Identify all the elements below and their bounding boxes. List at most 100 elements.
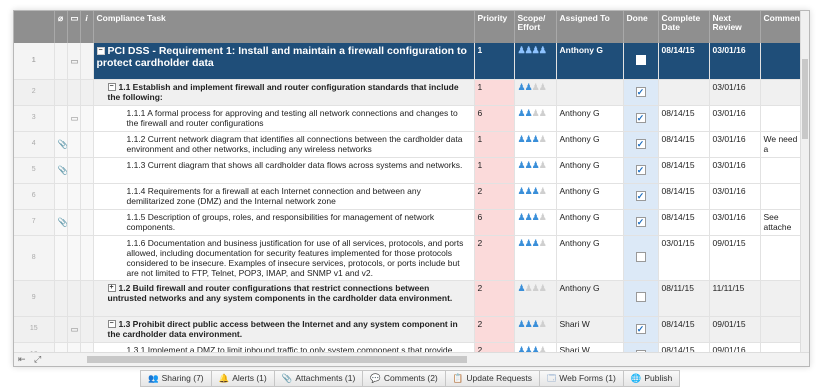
table-row[interactable]: 2 −1.1 Establish and implement firewall a… [14,79,805,106]
done-checkbox[interactable]: ✓ [635,113,646,123]
comments-cell[interactable]: See attache [760,209,805,236]
task-cell[interactable]: +1.2 Build firewall and router configura… [93,280,475,317]
complete-date-cell[interactable]: 08/14/15 [658,316,710,343]
bottom-tab[interactable]: 🗔 Web Forms (1) [540,370,624,387]
comments-cell[interactable] [760,235,805,281]
bottom-tab[interactable]: 👥 Sharing (7) [140,370,212,387]
table-row[interactable]: 9 +1.2 Build firewall and router configur… [14,280,805,317]
assigned-cell[interactable]: Anthony G [556,209,624,236]
expand-icon[interactable]: ⤢ [34,354,41,365]
comment-icon[interactable]: ▭ [71,113,79,123]
task-cell[interactable]: 1.1.3 Current diagram that shows all car… [93,157,475,184]
vertical-scroll-thumb[interactable] [802,59,808,139]
horizontal-scroll-thumb[interactable] [87,356,467,363]
comment-cell[interactable] [67,79,81,106]
assigned-cell[interactable]: Anthony G [556,105,624,132]
comment-cell[interactable] [67,157,81,184]
priority-cell[interactable]: 2 [474,316,515,343]
complete-date-cell[interactable]: 08/11/15 [658,280,710,317]
done-cell[interactable]: ✓ [623,105,659,132]
collapse-icon[interactable]: − [107,83,116,92]
info-cell[interactable] [80,43,94,80]
done-checkbox[interactable]: ✓ [635,165,646,175]
col-next-header[interactable]: Next Review [709,11,761,43]
effort-cell[interactable]: ♟♟♟♟ [514,316,557,343]
next-review-cell[interactable]: 03/01/16 [709,157,761,184]
task-cell[interactable]: 1.1.4 Requirements for a firewall at eac… [93,183,475,210]
paperclip-icon[interactable]: 📎 [58,217,67,227]
comments-cell[interactable] [760,105,805,132]
info-cell[interactable] [80,79,94,106]
done-cell[interactable]: ✓ [623,316,659,343]
assigned-cell[interactable]: Anthony G [556,183,624,210]
complete-date-cell[interactable]: 08/14/15 [658,43,710,80]
info-cell[interactable] [80,105,94,132]
done-cell[interactable]: ✓ [623,183,659,210]
complete-date-cell[interactable]: 03/01/15 [658,235,710,281]
col-done-header[interactable]: Done [623,11,659,43]
comment-cell[interactable] [67,235,81,281]
priority-cell[interactable]: 2 [474,280,515,317]
bottom-tab[interactable]: 💬 Comments (2) [363,370,446,387]
info-cell[interactable] [80,131,94,158]
comments-cell[interactable] [760,280,805,317]
priority-cell[interactable]: 1 [474,157,515,184]
next-review-cell[interactable]: 03/01/16 [709,131,761,158]
effort-cell[interactable]: ♟♟♟♟ [514,183,557,210]
priority-cell[interactable]: 1 [474,131,515,158]
table-row[interactable]: 8 1.1.6 Documentation and business justif… [14,235,805,281]
next-review-cell[interactable]: 09/01/15 [709,235,761,281]
comments-cell[interactable] [760,183,805,210]
bottom-tab[interactable]: 📎 Attachments (1) [274,370,364,387]
next-review-cell[interactable]: 09/01/15 [709,316,761,343]
paperclip-icon[interactable]: 📎 [58,165,67,175]
col-effort-header[interactable]: Scope/ Effort [514,11,557,43]
attachment-cell[interactable] [54,235,68,281]
effort-cell[interactable]: ♟♟♟♟ [514,280,557,317]
next-review-cell[interactable]: 03/01/16 [709,183,761,210]
info-cell[interactable] [80,183,94,210]
effort-cell[interactable]: ♟♟♟♟ [514,79,557,106]
attachment-cell[interactable] [54,316,68,343]
attachment-cell[interactable] [54,183,68,210]
comments-cell[interactable] [760,316,805,343]
done-cell[interactable] [623,235,659,281]
assigned-cell[interactable]: Anthony G [556,43,624,80]
comments-cell[interactable] [760,79,805,106]
attachment-cell[interactable] [54,280,68,317]
assigned-cell[interactable]: Anthony G [556,131,624,158]
col-comments-header[interactable]: Comments [760,11,807,43]
done-checkbox[interactable]: ✓ [635,324,646,334]
assigned-cell[interactable]: Anthony G [556,280,624,317]
table-row[interactable]: 6 1.1.4 Requirements for a firewall at ea… [14,183,805,210]
comment-cell[interactable] [67,183,81,210]
col-info-header[interactable]: i [80,11,94,43]
done-cell[interactable] [623,280,659,317]
paperclip-icon[interactable]: 📎 [58,139,67,149]
priority-cell[interactable]: 2 [474,183,515,210]
col-comment-header[interactable]: ▭ [67,11,81,43]
info-cell[interactable] [80,316,94,343]
task-cell[interactable]: −1.1 Establish and implement firewall an… [93,79,475,106]
done-checkbox[interactable] [635,54,646,65]
complete-date-cell[interactable] [658,79,710,106]
task-cell[interactable]: 1.1.2 Current network diagram that ident… [93,131,475,158]
col-priority-header[interactable]: Priority [474,11,515,43]
effort-cell[interactable]: ♟♟♟♟ [514,131,557,158]
priority-cell[interactable]: 6 [474,209,515,236]
effort-cell[interactable]: ♟♟♟♟ [514,209,557,236]
table-row[interactable]: 5📎 1.1.3 Current diagram that shows all c… [14,157,805,184]
info-cell[interactable] [80,157,94,184]
done-cell[interactable] [623,43,659,80]
col-assigned-header[interactable]: Assigned To [556,11,624,43]
comment-cell[interactable]: ▭ [67,316,81,343]
next-review-cell[interactable]: 03/01/16 [709,105,761,132]
priority-cell[interactable]: 6 [474,105,515,132]
attachment-cell[interactable]: 📎 [54,131,68,158]
attachment-cell[interactable] [54,105,68,132]
comment-icon[interactable]: ▭ [71,56,79,66]
assigned-cell[interactable]: Shari W [556,316,624,343]
info-cell[interactable] [80,209,94,236]
attachment-cell[interactable] [54,43,68,80]
done-checkbox[interactable]: ✓ [635,139,646,149]
